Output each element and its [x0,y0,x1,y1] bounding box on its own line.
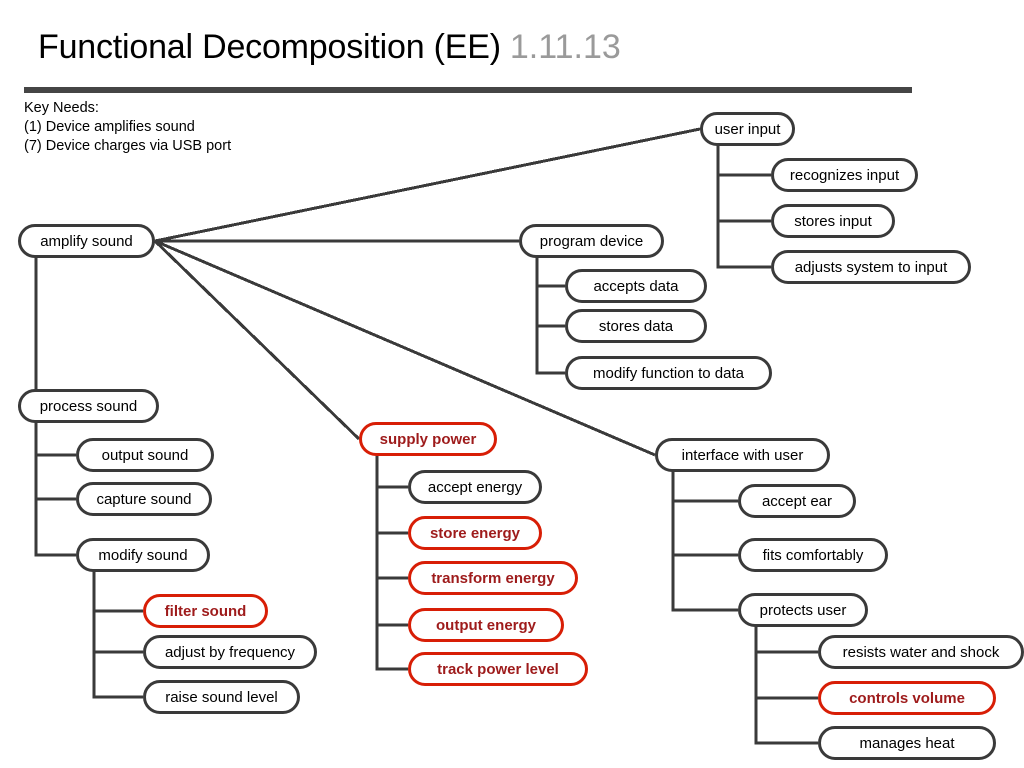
key-needs-item: (1) Device amplifies sound [24,119,195,135]
node-store-energy[interactable]: store energy [408,516,542,550]
node-label: process sound [39,397,138,415]
node-track-power-level[interactable]: track power level [408,652,588,686]
node-amplify-sound[interactable]: amplify sound [18,224,155,258]
node-label: supply power [379,430,477,448]
node-modify-sound[interactable]: modify sound [76,538,210,572]
node-accept-ear[interactable]: accept ear [738,484,856,518]
node-label: stores input [794,212,872,230]
node-label: stores data [598,317,674,335]
node-label: accept ear [761,492,833,510]
node-label: recognizes input [789,166,900,184]
node-label: accepts data [593,277,679,295]
page-title: Functional Decomposition (EE) 1.11.13 [38,28,621,67]
node-capture-sound[interactable]: capture sound [76,482,212,516]
node-adjust-by-frequency[interactable]: adjust by frequency [143,635,317,669]
key-needs-heading: Key Needs: [24,100,99,116]
node-filter-sound[interactable]: filter sound [143,594,268,628]
node-label: modify sound [98,546,188,564]
node-label: store energy [429,524,521,542]
node-fits-comfortably[interactable]: fits comfortably [738,538,888,572]
node-label: adjusts system to input [794,258,948,276]
title-divider [24,87,912,93]
node-label: track power level [437,660,559,678]
node-label: program device [539,232,644,250]
node-interface-with-user[interactable]: interface with user [655,438,830,472]
node-label: capture sound [96,490,192,508]
node-label: output energy [436,616,536,634]
node-output-sound[interactable]: output sound [76,438,214,472]
slide-canvas: Functional Decomposition (EE) 1.11.13 Key… [0,0,1024,768]
node-controls-volume[interactable]: controls volume [818,681,996,715]
node-modify-function-to-data[interactable]: modify function to data [565,356,772,390]
node-label: user input [714,120,781,138]
key-needs-block: Key Needs: (1) Device amplifies sound (7… [24,99,231,156]
node-stores-data[interactable]: stores data [565,309,707,343]
key-needs-item: (7) Device charges via USB port [24,138,232,154]
node-label: manages heat [859,734,955,752]
node-label: transform energy [431,569,555,587]
node-resists-water-and-shock[interactable]: resists water and shock [818,635,1024,669]
node-label: fits comfortably [762,546,864,564]
node-label: resists water and shock [842,643,1000,661]
node-label: interface with user [681,446,804,464]
node-process-sound[interactable]: process sound [18,389,159,423]
node-label: accept energy [427,478,523,496]
node-label: output sound [101,446,189,464]
node-protects-user[interactable]: protects user [738,593,868,627]
node-label: modify function to data [593,364,744,382]
node-raise-sound-level[interactable]: raise sound level [143,680,300,714]
node-stores-input[interactable]: stores input [771,204,895,238]
node-accept-energy[interactable]: accept energy [408,470,542,504]
page-title-text: Functional Decomposition (EE) [38,28,501,66]
node-recognizes-input[interactable]: recognizes input [771,158,918,192]
node-label: controls volume [849,689,965,707]
node-accepts-data[interactable]: accepts data [565,269,707,303]
page-title-version: 1.11.13 [509,28,621,66]
node-label: adjust by frequency [164,643,296,661]
node-output-energy[interactable]: output energy [408,608,564,642]
node-label: filter sound [164,602,247,620]
node-supply-power[interactable]: supply power [359,422,497,456]
node-manages-heat[interactable]: manages heat [818,726,996,760]
node-transform-energy[interactable]: transform energy [408,561,578,595]
node-adjusts-system-to-input[interactable]: adjusts system to input [771,250,971,284]
node-label: raise sound level [165,688,278,706]
node-program-device[interactable]: program device [519,224,664,258]
node-user-input[interactable]: user input [700,112,795,146]
node-label: amplify sound [40,232,133,250]
node-label: protects user [759,601,847,619]
